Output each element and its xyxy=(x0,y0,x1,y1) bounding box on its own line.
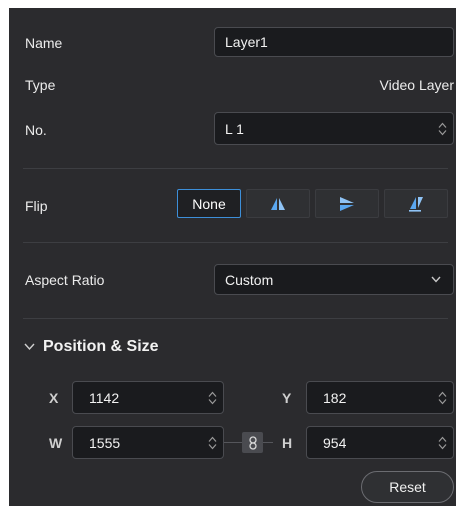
flip-vertical-icon xyxy=(340,196,354,211)
layer-number-spinbox[interactable]: L 1 xyxy=(214,112,454,145)
position-size-section-header[interactable]: Position & Size xyxy=(24,338,159,356)
layer-number-value: L 1 xyxy=(225,120,244,137)
width-value: 1555 xyxy=(89,434,121,451)
flip-none-label: None xyxy=(192,195,226,212)
aspect-ratio-value: Custom xyxy=(225,271,274,288)
w-label: W xyxy=(49,435,63,451)
name-value: Layer1 xyxy=(225,34,268,50)
y-spinbox[interactable]: 182 xyxy=(306,381,454,414)
flip-both-button[interactable] xyxy=(384,189,448,218)
no-label: No. xyxy=(25,122,47,138)
aspect-ratio-select[interactable]: Custom xyxy=(214,264,454,295)
section-title: Position & Size xyxy=(43,338,159,355)
aspect-ratio-label: Aspect Ratio xyxy=(25,272,105,288)
link-line xyxy=(224,442,242,443)
link-line xyxy=(263,442,273,443)
h-label: H xyxy=(282,435,293,451)
y-value: 182 xyxy=(323,389,347,406)
name-input[interactable]: Layer1 xyxy=(214,27,454,57)
flip-vertical-button[interactable] xyxy=(315,189,379,218)
reset-label: Reset xyxy=(389,479,426,495)
x-label: X xyxy=(49,390,59,406)
type-label: Type xyxy=(25,77,56,93)
height-spinbox[interactable]: 954 xyxy=(306,426,454,459)
flip-horizontal-icon xyxy=(271,197,285,210)
chevron-up-icon[interactable] xyxy=(438,391,447,397)
flip-label: Flip xyxy=(25,198,48,214)
lock-aspect-button[interactable] xyxy=(242,432,263,453)
spin-arrows[interactable] xyxy=(208,436,217,449)
height-value: 954 xyxy=(323,434,347,451)
chain-link-icon xyxy=(248,435,257,450)
type-value: Video Layer xyxy=(379,77,454,93)
chevron-up-icon[interactable] xyxy=(438,436,447,442)
divider xyxy=(23,318,448,319)
x-spinbox[interactable]: 1142 xyxy=(72,381,224,414)
flip-horizontal-button[interactable] xyxy=(246,189,310,218)
flip-both-icon xyxy=(409,196,423,212)
spin-arrows[interactable] xyxy=(438,122,447,135)
chevron-down-icon[interactable] xyxy=(208,398,217,404)
layer-properties-panel: Name Layer1 Type Video Layer No. L 1 Fli… xyxy=(9,8,456,506)
chevron-down-icon[interactable] xyxy=(208,443,217,449)
chevron-up-icon[interactable] xyxy=(208,391,217,397)
chevron-up-icon[interactable] xyxy=(438,122,447,128)
y-label: Y xyxy=(282,390,292,406)
spin-arrows[interactable] xyxy=(438,436,447,449)
divider xyxy=(23,242,448,243)
chevron-down-icon[interactable] xyxy=(438,398,447,404)
chevron-down-icon xyxy=(24,343,35,351)
chevron-down-icon xyxy=(431,276,441,283)
spin-arrows[interactable] xyxy=(208,391,217,404)
chevron-up-icon[interactable] xyxy=(208,436,217,442)
divider xyxy=(23,168,448,169)
width-spinbox[interactable]: 1555 xyxy=(72,426,224,459)
chevron-down-icon[interactable] xyxy=(438,443,447,449)
x-value: 1142 xyxy=(89,389,120,406)
spin-arrows[interactable] xyxy=(438,391,447,404)
chevron-down-icon[interactable] xyxy=(438,129,447,135)
reset-button[interactable]: Reset xyxy=(361,471,454,503)
name-label: Name xyxy=(25,35,63,51)
flip-none-button[interactable]: None xyxy=(177,189,241,218)
